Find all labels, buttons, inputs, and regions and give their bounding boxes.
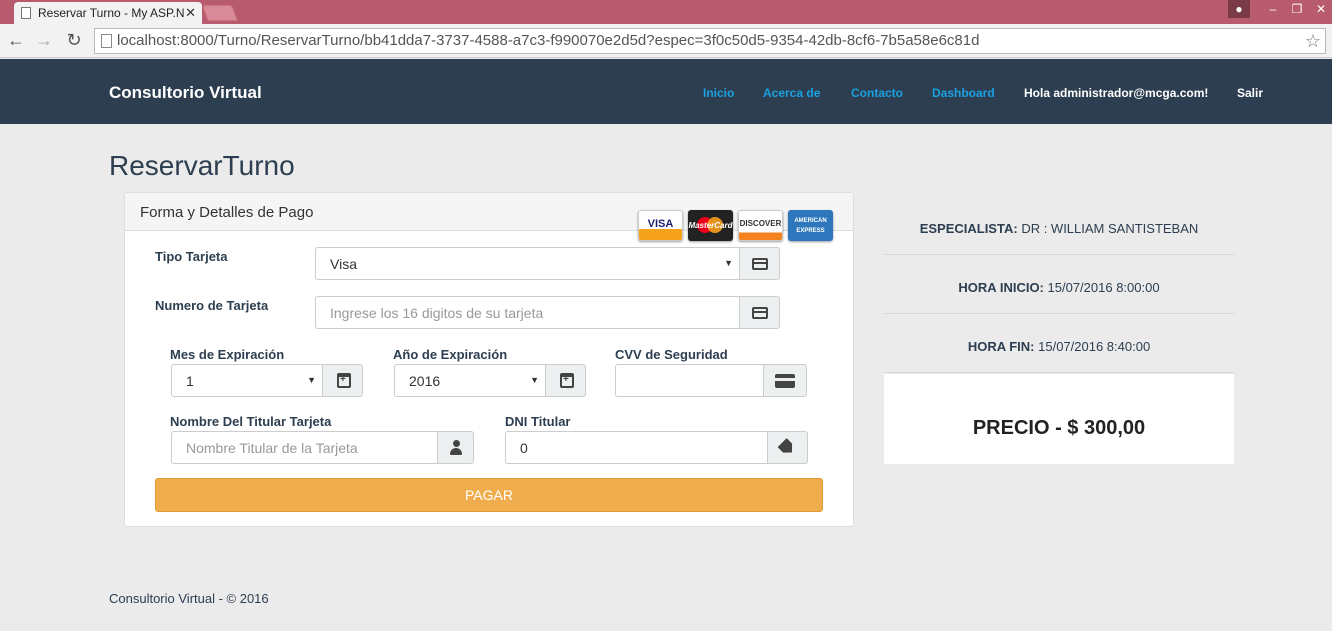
user-icon	[449, 440, 463, 456]
maximize-icon[interactable]: ❐	[1286, 0, 1308, 18]
summary-especialista: ESPECIALISTA: DR : WILLIAM SANTISTEBAN	[884, 196, 1234, 255]
exp-month-label: Mes de Expiración	[170, 347, 285, 362]
page-title: ReservarTurno	[109, 150, 295, 181]
visa-card-icon: VISA	[638, 210, 683, 241]
especialista-label: ESPECIALISTA:	[919, 221, 1018, 236]
url-input[interactable]: localhost:8000/Turno/ReservarTurno/bb41d…	[94, 28, 1326, 54]
cvv-addon	[764, 364, 807, 397]
chevron-down-icon: ▼	[530, 375, 539, 385]
card-type-label: Tipo Tarjeta	[155, 249, 228, 264]
payment-panel: Forma y Detalles de Pago VISA MasterCard…	[124, 192, 854, 527]
card-type-select[interactable]: Visa ▼	[315, 247, 740, 280]
page-icon	[21, 7, 31, 19]
exp-year-label: Año de Expiración	[393, 347, 508, 362]
exp-month-addon	[323, 364, 363, 397]
summary-hora-inicio: HORA INICIO: 15/07/2016 8:00:00	[884, 255, 1234, 314]
nav-link-acerca[interactable]: Acerca de	[763, 86, 820, 100]
browser-tab[interactable]: Reservar Turno - My ASP.N ✕	[14, 2, 202, 24]
holder-name-addon	[438, 431, 474, 464]
bookmark-star-icon[interactable]: ☆	[1305, 31, 1321, 52]
close-icon[interactable]: ✕	[185, 5, 196, 21]
exp-year-value: 2016	[409, 373, 441, 389]
card-number-input[interactable]: Ingrese los 16 digitos de su tarjeta	[315, 296, 740, 329]
hora-fin-label: HORA FIN:	[967, 339, 1035, 354]
summary-hora-fin: HORA FIN: 15/07/2016 8:40:00	[884, 314, 1234, 373]
discover-card-icon: DISCOVER	[738, 210, 783, 241]
dni-input[interactable]: 0	[505, 431, 768, 464]
exp-year-select[interactable]: 2016 ▼	[394, 364, 546, 397]
pay-button[interactable]: PAGAR	[155, 478, 823, 512]
chevron-down-icon: ▼	[724, 258, 733, 268]
exp-month-value: 1	[186, 373, 194, 389]
exp-month-select[interactable]: 1 ▼	[171, 364, 323, 397]
credit-card-icon	[752, 307, 768, 319]
brand-logo[interactable]: Consultorio Virtual	[109, 83, 262, 103]
nav-greeting[interactable]: Hola administrador@mcga.com!	[1024, 86, 1208, 100]
window-close-icon[interactable]: ✕	[1310, 0, 1332, 18]
price-box: PRECIO - $ 300,00	[884, 374, 1234, 464]
card-type-addon	[740, 247, 780, 280]
user-icon[interactable]: ●	[1228, 0, 1250, 18]
hora-fin-value: 15/07/2016 8:40:00	[1038, 339, 1151, 354]
footer-text: Consultorio Virtual - © 2016	[109, 591, 269, 606]
calendar-icon	[560, 373, 574, 388]
panel-header: Forma y Detalles de Pago VISA MasterCard…	[125, 193, 853, 241]
page-icon	[101, 34, 112, 48]
mastercard-icon: MasterCard	[688, 210, 733, 241]
minimize-icon[interactable]: –	[1262, 0, 1284, 18]
holder-name-label: Nombre Del Titular Tarjeta	[170, 414, 332, 429]
back-icon[interactable]: ←	[6, 30, 26, 51]
panel-title: Forma y Detalles de Pago	[140, 204, 314, 221]
amex-card-icon: AMERICAN EXPRESS	[788, 210, 833, 241]
new-tab-button[interactable]	[202, 5, 238, 21]
hora-inicio-value: 15/07/2016 8:00:00	[1047, 280, 1160, 295]
tags-icon	[777, 438, 796, 457]
nav-link-dashboard[interactable]: Dashboard	[932, 86, 995, 100]
calendar-plus-icon	[337, 373, 351, 388]
nav-link-inicio[interactable]: Inicio	[703, 86, 734, 100]
mastercard-label: MasterCard	[688, 221, 733, 230]
nav-logout[interactable]: Salir	[1237, 86, 1263, 100]
forward-icon[interactable]: →	[34, 30, 54, 51]
cvv-input[interactable]	[615, 364, 764, 397]
card-number-label: Numero de Tarjeta	[155, 298, 269, 313]
nav-link-contacto[interactable]: Contacto	[851, 86, 903, 100]
address-bar: ← → ↻ localhost:8000/Turno/ReservarTurno…	[0, 24, 1332, 58]
tab-title: Reservar Turno - My ASP.N	[38, 6, 185, 20]
credit-card-icon	[752, 258, 768, 270]
credit-card-icon	[775, 374, 795, 388]
chevron-down-icon: ▼	[307, 375, 316, 385]
card-number-addon	[740, 296, 780, 329]
dni-label: DNI Titular	[505, 414, 571, 429]
browser-tab-bar: Reservar Turno - My ASP.N ✕ ● – ❐ ✕	[0, 0, 1332, 24]
card-type-value: Visa	[330, 256, 357, 272]
holder-name-input[interactable]: Nombre Titular de la Tarjeta	[171, 431, 438, 464]
reload-icon[interactable]: ↻	[64, 30, 84, 51]
url-text: localhost:8000/Turno/ReservarTurno/bb41d…	[117, 32, 980, 49]
exp-year-addon	[546, 364, 586, 397]
hora-inicio-label: HORA INICIO:	[958, 280, 1044, 295]
site-navbar: Consultorio Virtual Inicio Acerca de Con…	[0, 59, 1332, 124]
dni-addon	[768, 431, 808, 464]
especialista-value: DR : WILLIAM SANTISTEBAN	[1021, 221, 1199, 236]
cvv-label: CVV de Seguridad	[615, 347, 728, 362]
